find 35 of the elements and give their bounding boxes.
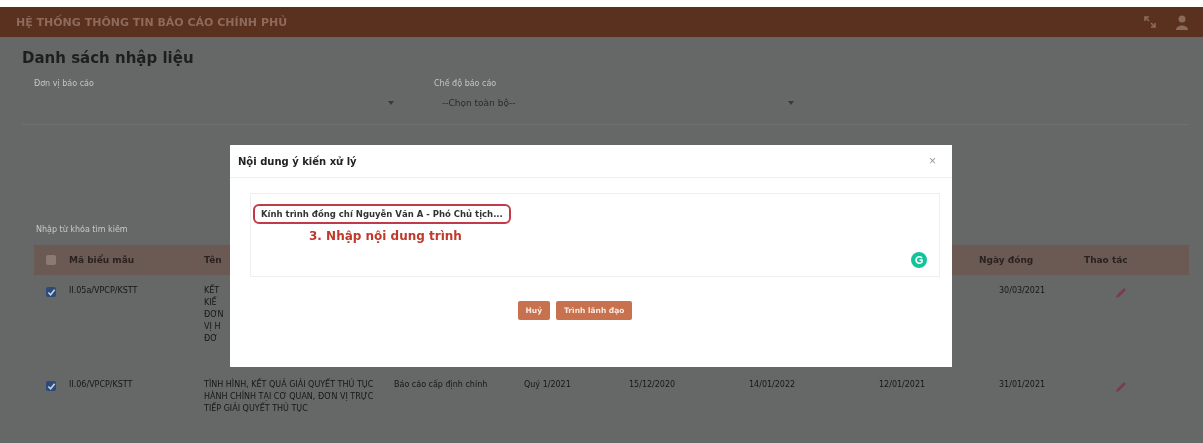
pencil-icon[interactable] — [1114, 286, 1128, 300]
column-header: Thao tác — [1084, 255, 1129, 265]
table-cell-text: 15/12/2020 — [628, 379, 677, 391]
row-checkbox[interactable] — [46, 381, 56, 391]
search-field[interactable]: Nhập từ khóa tìm kiếm — [34, 217, 238, 242]
user-icon[interactable] — [1175, 14, 1189, 30]
table-cell-text: II.06/VPCP/KSTT — [69, 379, 134, 391]
comment-textarea[interactable]: Kính trình đồng chí Nguyễn Văn A - Phó Chủ tịch... 3. Nhập nội dung trình — [250, 193, 940, 277]
filter-label: Đơn vị báo cáo — [34, 79, 95, 88]
table-cell-text: KẾT KIẾ ĐƠN VỊ H ĐƠ — [204, 285, 225, 345]
table-cell-text: Báo cáo cấp định chính — [394, 379, 489, 391]
table-cell-text: 12/01/2021 — [878, 379, 927, 391]
column-header: Tên — [204, 255, 223, 265]
filter-label: Chế độ báo cáo — [434, 79, 498, 88]
table-cell-text: II.05a/VPCP/KSTT — [69, 285, 139, 297]
dialog-title: Nội dung ý kiến xử lý — [238, 155, 357, 167]
expand-icon[interactable] — [1143, 15, 1157, 29]
caret-icon — [388, 101, 394, 105]
table-cell-text: 31/01/2021 — [998, 379, 1047, 391]
header-checkbox[interactable] — [46, 255, 56, 265]
column-header: Ngày đóng — [979, 255, 1035, 265]
row-checkbox[interactable] — [46, 287, 56, 297]
caret-icon — [788, 101, 794, 105]
annotation: 3. Nhập nội dung trình — [309, 229, 463, 243]
grammar-icon[interactable] — [911, 252, 927, 268]
column-header: Mã biểu mẫu — [69, 255, 136, 265]
highlighted-text: Kính trình đồng chí Nguyễn Văn A - Phó Chủ tịch... — [253, 204, 511, 224]
page-title: Danh sách nhập liệu — [22, 49, 195, 67]
close-button[interactable]: × — [925, 154, 940, 168]
table-cell-text: TÌNH HÌNH, KẾT QUẢ GIẢI QUYẾT THỦ TỤC HÀNH CHÍNH TẠI CƠ QUAN, ĐƠN VỊ TRỰC TIẾP GIẢI QUYẾT THỦ TỤC — [204, 379, 375, 415]
pencil-icon[interactable] — [1114, 380, 1128, 394]
table-cell-text: 30/03/2021 — [998, 285, 1047, 297]
app-title: HỆ THỐNG THÔNG TIN BÁO CÁO CHÍNH PHỦ — [16, 15, 289, 29]
table-cell-text: 14/01/2022 — [748, 379, 797, 391]
table-cell-text: Quý 1/2021 — [524, 379, 572, 391]
